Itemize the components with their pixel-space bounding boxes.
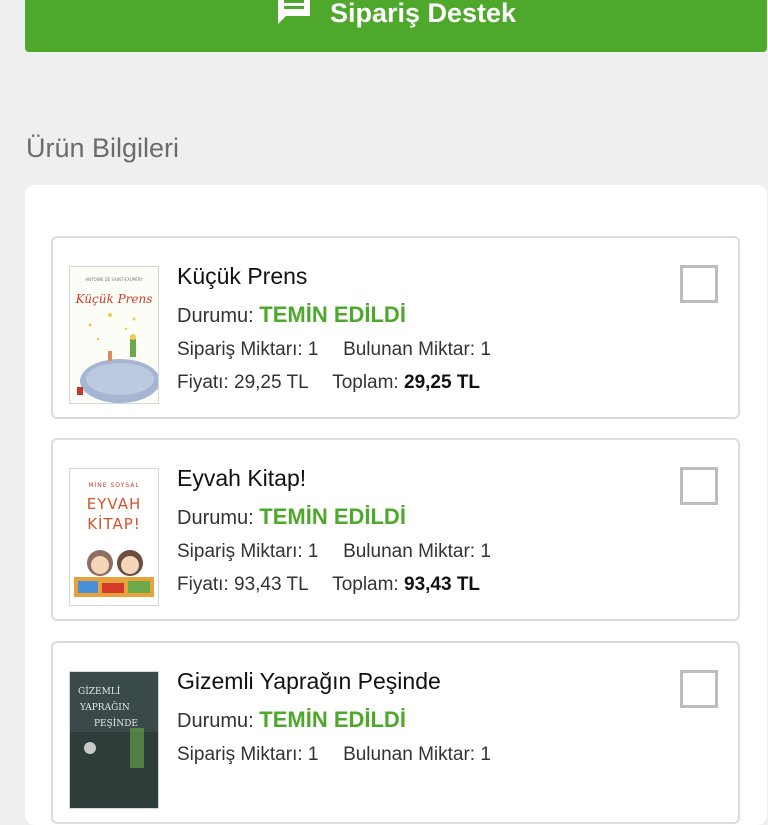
product-card: ANTOINE DE SAINT-EXUPÉRY Küçük Prens Küç… xyxy=(51,236,740,419)
product-select-checkbox[interactable] xyxy=(680,670,718,708)
price-value: 93,43 TL xyxy=(234,574,308,595)
quantity-line: Sipariş Miktarı: 1 Bulunan Miktar: 1 xyxy=(177,339,491,361)
price-label: Fiyatı: xyxy=(177,372,229,393)
status-label: Durumu: xyxy=(177,305,254,327)
svg-text:GİZEMLİ: GİZEMLİ xyxy=(78,685,121,697)
svg-text:KİTAP!: KİTAP! xyxy=(87,514,141,533)
status-value: TEMİN EDİLDİ xyxy=(259,707,406,732)
total-value: 93,43 TL xyxy=(404,574,481,595)
product-title: Gizemli Yaprağın Peşinde xyxy=(177,668,441,694)
book-cover-image: MİNE SOYSAL EYVAH KİTAP! xyxy=(69,468,159,606)
order-qty-value: 1 xyxy=(307,541,319,562)
order-qty-label: Sipariş Miktarı: xyxy=(177,541,303,562)
found-qty-value: 1 xyxy=(480,339,491,360)
book-cover-image: GİZEMLİ YAPRAĞIN PEŞİNDE xyxy=(69,671,159,809)
chat-icon xyxy=(276,0,312,26)
status-label: Durumu: xyxy=(177,507,254,529)
cover-title-text: Küçük Prens xyxy=(75,292,153,306)
product-select-checkbox[interactable] xyxy=(680,467,718,505)
product-card: MİNE SOYSAL EYVAH KİTAP! Eyvah Kitap! Du… xyxy=(51,438,740,621)
status-value: TEMİN EDİLDİ xyxy=(259,504,406,529)
status-line: Durumu: TEMİN EDİLDİ xyxy=(177,504,406,530)
product-title: Eyvah Kitap! xyxy=(177,465,307,491)
quantity-line: Sipariş Miktarı: 1 Bulunan Miktar: 1 xyxy=(177,744,491,766)
order-qty-label: Sipariş Miktarı: xyxy=(177,744,303,765)
order-qty-value: 1 xyxy=(307,744,319,765)
found-qty-label: Bulunan Miktar: xyxy=(343,541,476,562)
svg-text:ANTOINE DE SAINT-EXUPÉRY: ANTOINE DE SAINT-EXUPÉRY xyxy=(85,277,143,282)
total-label: Toplam: xyxy=(332,574,399,595)
quantity-line: Sipariş Miktarı: 1 Bulunan Miktar: 1 xyxy=(177,541,491,563)
svg-text:EYVAH: EYVAH xyxy=(87,495,141,513)
section-title: Ürün Bilgileri xyxy=(26,133,180,163)
price-line: Fiyatı: 93,43 TL Toplam: 93,43 TL xyxy=(177,574,480,596)
found-qty-value: 1 xyxy=(480,541,491,562)
order-qty-value: 1 xyxy=(307,339,319,360)
status-label: Durumu: xyxy=(177,710,254,732)
price-value: 29,25 TL xyxy=(234,372,308,393)
found-qty-value: 1 xyxy=(480,744,491,765)
status-line: Durumu: TEMİN EDİLDİ xyxy=(177,302,406,328)
svg-text:PEŞİNDE: PEŞİNDE xyxy=(94,717,138,729)
order-support-button-content: Sipariş Destek xyxy=(276,0,516,30)
svg-text:YAPRAĞIN: YAPRAĞIN xyxy=(79,701,130,713)
book-cover-image: ANTOINE DE SAINT-EXUPÉRY Küçük Prens xyxy=(69,266,159,404)
total-label: Toplam: xyxy=(332,372,399,393)
total-value: 29,25 TL xyxy=(404,372,481,393)
status-line: Durumu: TEMİN EDİLDİ xyxy=(177,707,406,733)
product-card: GİZEMLİ YAPRAĞIN PEŞİNDE Gizemli Yaprağı… xyxy=(51,641,740,824)
svg-text:MİNE SOYSAL: MİNE SOYSAL xyxy=(88,482,139,489)
found-qty-label: Bulunan Miktar: xyxy=(343,744,476,765)
status-value: TEMİN EDİLDİ xyxy=(259,302,406,327)
found-qty-label: Bulunan Miktar: xyxy=(343,339,476,360)
order-support-button[interactable]: Sipariş Destek xyxy=(25,0,767,52)
price-label: Fiyatı: xyxy=(177,574,229,595)
price-line: Fiyatı: 29,25 TL Toplam: 29,25 TL xyxy=(177,372,480,394)
product-select-checkbox[interactable] xyxy=(680,265,718,303)
order-support-label: Sipariş Destek xyxy=(329,0,517,28)
order-qty-label: Sipariş Miktarı: xyxy=(177,339,303,360)
product-title: Küçük Prens xyxy=(177,263,308,289)
